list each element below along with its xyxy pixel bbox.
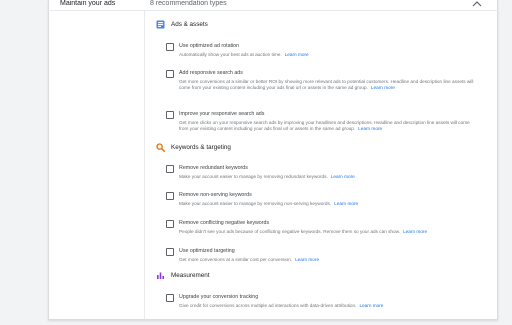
ads-assets-icon: [156, 20, 165, 29]
checkbox[interactable]: [166, 165, 174, 173]
item-description: Get more conversions at a similar or bet…: [179, 79, 474, 90]
item-title: Use optimized targeting: [179, 247, 235, 254]
checkbox[interactable]: [166, 192, 174, 200]
item-title: Improve your responsive search ads: [179, 110, 265, 117]
learn-more-link[interactable]: Learn more: [331, 174, 355, 179]
checkbox[interactable]: [166, 70, 174, 78]
checkbox[interactable]: [166, 220, 174, 228]
item-description: Get more clicks on your responsive searc…: [179, 120, 470, 131]
column-divider: [144, 11, 145, 319]
learn-more-link[interactable]: Learn more: [295, 257, 319, 262]
learn-more-link[interactable]: Learn more: [285, 52, 309, 57]
item-description: Automatically show your best ads at auct…: [179, 52, 309, 57]
item-title: Remove conflicting negative keywords: [179, 219, 270, 226]
learn-more-link[interactable]: Learn more: [359, 303, 383, 308]
magnifier-icon: [156, 143, 165, 152]
section-title: Maintain your ads: [60, 0, 116, 7]
item-description: Make your account easier to manage by re…: [179, 174, 355, 179]
bar-chart-icon: [156, 271, 165, 280]
checkbox[interactable]: [166, 294, 174, 302]
learn-more-link[interactable]: Learn more: [358, 126, 382, 131]
group-ads-assets: Ads & assets: [156, 20, 208, 29]
item-title: Remove non-serving keywords: [179, 191, 252, 198]
item-title: Remove redundant keywords: [179, 164, 248, 171]
item-description: Make your account easier to manage by re…: [179, 201, 359, 206]
group-title: Keywords & targeting: [171, 144, 231, 151]
checkbox[interactable]: [166, 43, 174, 51]
group-title: Ads & assets: [171, 21, 208, 28]
learn-more-link[interactable]: Learn more: [403, 229, 427, 234]
learn-more-link[interactable]: Learn more: [371, 85, 395, 90]
item-title: Use optimized ad rotation: [179, 42, 240, 49]
group-title: Measurement: [171, 272, 210, 279]
recommendations-card: [48, 0, 498, 320]
item-description: Get more conversions at a similar cost p…: [179, 257, 320, 262]
group-measurement: Measurement: [156, 271, 210, 280]
header-divider: [48, 10, 498, 11]
group-keywords-targeting: Keywords & targeting: [156, 143, 231, 152]
item-title: Upgrade your conversion tracking: [179, 293, 259, 300]
item-description: People didn't see your ads because of co…: [179, 229, 428, 234]
item-title: Add responsive search ads: [179, 69, 243, 76]
checkbox[interactable]: [166, 111, 174, 119]
chevron-up-icon[interactable]: [471, 0, 483, 8]
item-description: Give credit for conversions across multi…: [179, 303, 384, 308]
learn-more-link[interactable]: Learn more: [334, 201, 358, 206]
section-subtitle: 8 recommendation types: [150, 0, 227, 7]
checkbox[interactable]: [166, 248, 174, 256]
